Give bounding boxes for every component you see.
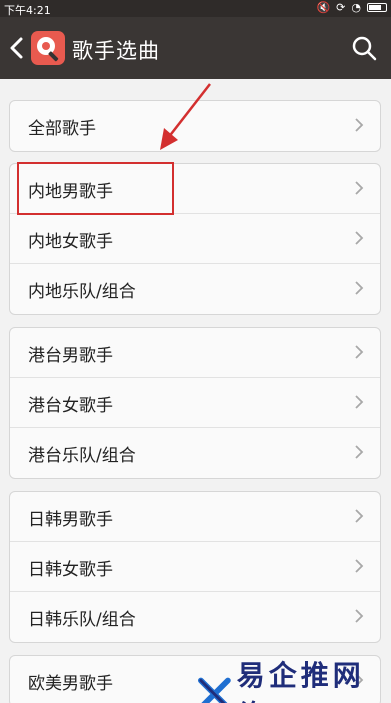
singer-group-hk-tw: 港台男歌手 港台女歌手 港台乐队/组合 (9, 327, 381, 479)
list-item-label: 日韩女歌手 (28, 560, 113, 580)
watermark: 易企推网络 (198, 654, 391, 703)
chevron-right-icon (355, 509, 364, 523)
chevron-right-icon (355, 559, 364, 573)
page-title: 歌手选曲 (72, 39, 160, 63)
mute-icon: 🔇 (316, 1, 331, 14)
status-time: 下午4:21 (4, 4, 51, 17)
list-item-label: 港台男歌手 (28, 346, 113, 366)
watermark-logo-icon (198, 677, 231, 703)
app-bar: 歌手选曲 (0, 17, 391, 79)
list-item-hk-tw-female[interactable]: 港台女歌手 (10, 378, 380, 428)
chevron-right-icon (355, 609, 364, 623)
list-item-label: 欧美男歌手 (28, 674, 113, 694)
chevron-right-icon (355, 345, 364, 359)
list-item-label: 日韩男歌手 (28, 510, 113, 530)
singer-group-jp-kr: 日韩男歌手 日韩女歌手 日韩乐队/组合 (9, 491, 381, 643)
list-item-label: 日韩乐队/组合 (28, 610, 136, 630)
highlight-box (17, 162, 174, 215)
sync-icon: ⟳ (336, 1, 346, 14)
annotation-arrow-icon (160, 83, 211, 150)
list-item-jp-kr-male[interactable]: 日韩男歌手 (10, 492, 380, 542)
list-item-jp-kr-female[interactable]: 日韩女歌手 (10, 542, 380, 592)
watermark-text: 易企推网络 (236, 659, 365, 703)
list-item-hk-tw-band[interactable]: 港台乐队/组合 (10, 428, 380, 478)
search-icon[interactable] (351, 35, 377, 61)
list-item-hk-tw-male[interactable]: 港台男歌手 (10, 328, 380, 378)
list-item-mainland-band[interactable]: 内地乐队/组合 (10, 264, 380, 314)
battery-icon (367, 3, 387, 12)
chevron-right-icon (355, 118, 364, 132)
list-item-mainland-female[interactable]: 内地女歌手 (10, 214, 380, 264)
chevron-right-icon (355, 181, 364, 195)
back-arrow-icon[interactable] (6, 33, 28, 63)
list-item-label: 港台乐队/组合 (28, 446, 136, 466)
status-icons: 🔇 ⟳ ◔ (316, 1, 387, 14)
chevron-right-icon (355, 395, 364, 409)
chevron-right-icon (355, 281, 364, 295)
status-bar: 下午4:21 🔇 ⟳ ◔ (0, 0, 391, 17)
chevron-right-icon (355, 231, 364, 245)
wifi-icon: ◔ (351, 1, 361, 14)
list-item-label: 全部歌手 (28, 119, 96, 139)
list-item-jp-kr-band[interactable]: 日韩乐队/组合 (10, 592, 380, 642)
list-item-label: 港台女歌手 (28, 396, 113, 416)
chevron-right-icon (355, 445, 364, 459)
list-item-label: 内地女歌手 (28, 232, 113, 252)
list-item-label: 内地乐队/组合 (28, 282, 136, 302)
app-logo-icon (31, 31, 65, 65)
